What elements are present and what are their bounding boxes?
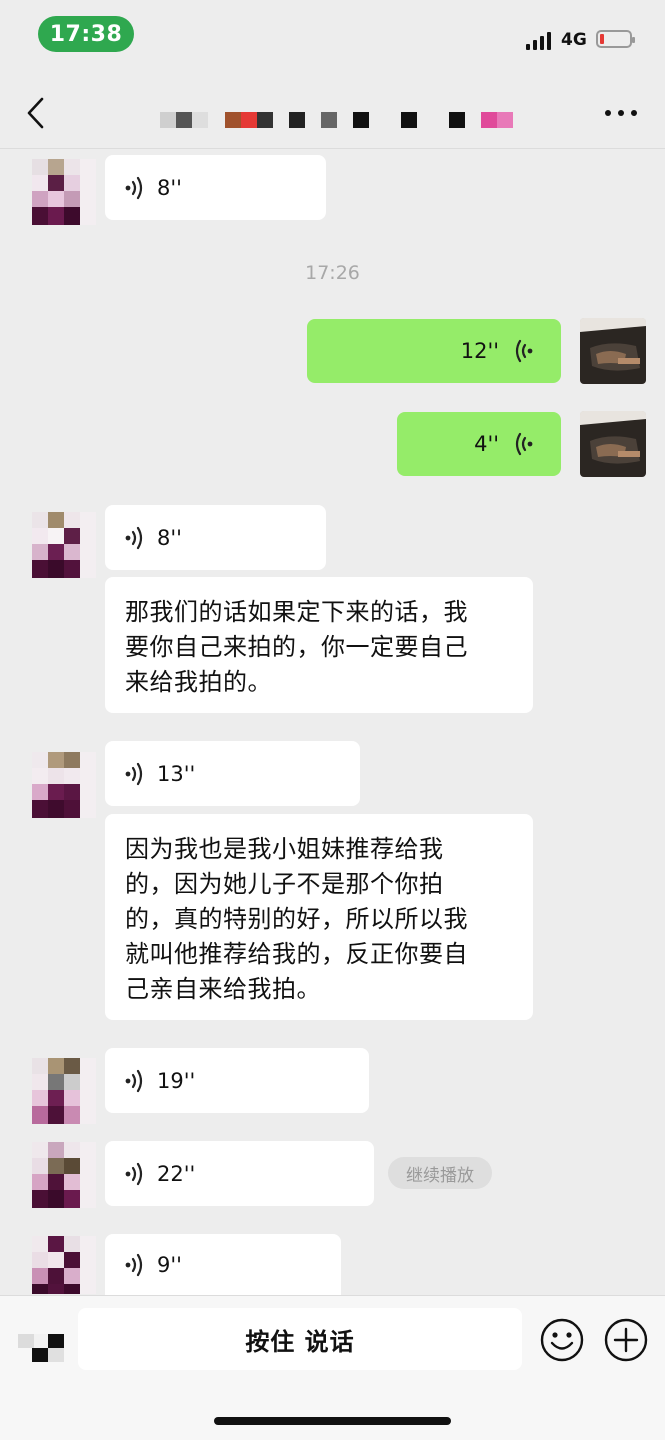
voice-message-bubble[interactable]: 13'' <box>105 741 360 806</box>
self-avatar[interactable] <box>580 318 646 384</box>
voice-message-bubble[interactable]: 22'' <box>105 1141 374 1206</box>
transcription-line: 那我们的话如果定下来的话，我 <box>125 598 468 626</box>
voice-transcription-bubble[interactable]: 那我们的话如果定下来的话，我 要你自己来拍的，你一定要自己 来给我拍的。 <box>105 577 533 713</box>
voice-duration: 8'' <box>157 175 182 200</box>
emoji-button[interactable] <box>540 1318 584 1362</box>
voice-duration: 19'' <box>157 1068 196 1093</box>
contact-avatar[interactable] <box>32 752 96 818</box>
contact-avatar[interactable] <box>32 1142 96 1208</box>
status-time: 17:38 <box>38 16 134 52</box>
voice-wave-icon <box>125 176 143 199</box>
contact-avatar[interactable] <box>32 1236 96 1294</box>
voice-wave-icon <box>515 339 533 363</box>
chat-title-redacted <box>160 111 520 129</box>
voice-message-bubble[interactable]: 19'' <box>105 1048 369 1113</box>
home-indicator <box>214 1417 451 1425</box>
transcription-line: 己亲自来给我拍。 <box>125 975 321 1003</box>
voice-duration: 13'' <box>157 761 196 786</box>
chat-timestamp: 17:26 <box>305 262 360 284</box>
more-actions-button[interactable] <box>604 1318 648 1362</box>
voice-wave-icon <box>125 762 143 785</box>
voice-wave-icon <box>515 432 533 456</box>
contact-avatar[interactable] <box>32 1058 96 1124</box>
contact-avatar[interactable] <box>32 512 96 578</box>
contact-avatar[interactable] <box>32 159 96 225</box>
voice-wave-icon <box>125 1253 143 1276</box>
voice-wave-icon <box>125 1069 143 1092</box>
transcription-line: 因为我也是我小姐妹推荐给我 <box>125 835 444 863</box>
back-button[interactable] <box>22 96 52 130</box>
signal-icon <box>526 30 554 50</box>
self-avatar[interactable] <box>580 411 646 477</box>
voice-wave-icon <box>125 1162 143 1185</box>
nav-divider <box>0 148 665 149</box>
chevron-left-icon <box>27 97 44 129</box>
self-voice-message-bubble[interactable]: 12'' <box>307 319 561 383</box>
self-voice-message-bubble[interactable]: 4'' <box>397 412 561 476</box>
voice-message-bubble[interactable]: 8'' <box>105 155 326 220</box>
transcription-line: 的，因为她儿子不是那个你拍 <box>125 870 444 898</box>
hold-to-talk-button[interactable]: 按住 说话 <box>78 1308 522 1370</box>
continue-playback-button[interactable]: 继续播放 <box>388 1157 492 1189</box>
transcription-line: 就叫他推荐给我的，反正你要自 <box>125 940 468 968</box>
voice-message-bubble[interactable]: 8'' <box>105 505 326 570</box>
keyboard-toggle-icon[interactable] <box>18 1334 64 1362</box>
voice-duration: 22'' <box>157 1161 196 1186</box>
transcription-line: 的，真的特别的好，所以所以我 <box>125 905 468 933</box>
plus-icon <box>604 1318 648 1362</box>
voice-wave-icon <box>125 526 143 549</box>
voice-duration: 4'' <box>474 432 499 456</box>
more-button[interactable] <box>605 108 637 118</box>
voice-duration: 9'' <box>157 1252 182 1277</box>
voice-transcription-bubble[interactable]: 因为我也是我小姐妹推荐给我 的，因为她儿子不是那个你拍 的，真的特别的好，所以所… <box>105 814 533 1020</box>
voice-duration: 12'' <box>460 339 499 363</box>
transcription-line: 来给我拍的。 <box>125 668 272 696</box>
battery-icon <box>596 30 635 48</box>
smiley-icon <box>540 1318 584 1362</box>
voice-duration: 8'' <box>157 525 182 550</box>
voice-message-bubble[interactable]: 9'' <box>105 1234 341 1295</box>
transcription-line: 要你自己来拍的，你一定要自己 <box>125 633 468 661</box>
network-type: 4G <box>561 30 587 50</box>
